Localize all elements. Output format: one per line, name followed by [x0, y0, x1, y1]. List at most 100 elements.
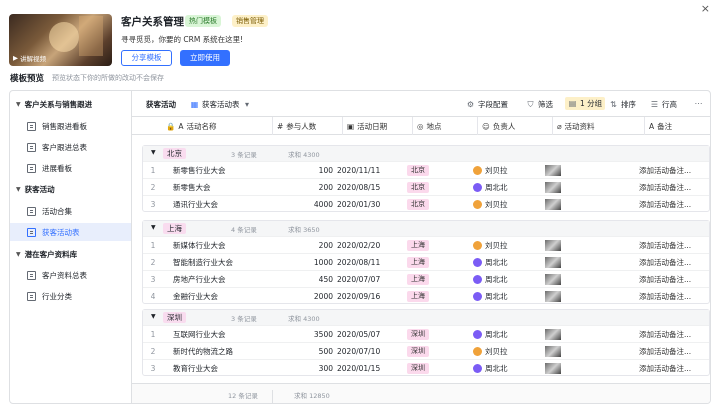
owner-cell[interactable]: 周北北 [473, 254, 508, 270]
location-cell[interactable]: 深圳 [407, 343, 429, 359]
attachment-thumbnail[interactable] [545, 328, 561, 340]
filter-button[interactable]: ⛉ 筛选 [526, 99, 554, 110]
group-button[interactable]: ▤ 1 分组 [565, 97, 606, 110]
attachment-cell[interactable] [545, 326, 561, 342]
attachment-cell[interactable] [545, 360, 561, 376]
table-row[interactable]: 2 新零售大会 200 2020/08/15 北京 周北北 添加活动备注... [143, 178, 709, 195]
attachment-cell[interactable] [545, 343, 561, 359]
note-cell[interactable]: 添加活动备注... [639, 271, 691, 287]
activity-date-cell[interactable]: 2020/01/30 [337, 196, 380, 212]
activity-date-cell[interactable]: 2020/07/07 [337, 271, 380, 287]
table-row[interactable]: 3 房地产行业大会 450 2020/07/07 上海 周北北 添加活动备注... [143, 270, 709, 287]
location-cell[interactable]: 上海 [407, 288, 429, 304]
col-owner[interactable]: ☺ 负责人 [477, 117, 515, 135]
sidebar-group-leads[interactable]: ▼ 潜在客户资料库 [10, 245, 131, 263]
participant-count-cell[interactable]: 2000 [263, 288, 333, 304]
participant-count-cell[interactable]: 100 [263, 162, 333, 178]
sidebar-item-customer-profile[interactable]: 客户资料总表 [10, 266, 131, 284]
attachment-thumbnail[interactable] [545, 198, 561, 210]
activity-date-cell[interactable]: 2020/08/15 [337, 179, 380, 195]
use-template-button[interactable]: 立即使用 [180, 50, 230, 66]
group-header[interactable]: ▼ 深圳 3 条记录 求和 4300 [143, 310, 709, 325]
attachment-cell[interactable] [545, 162, 561, 178]
note-cell[interactable]: 添加活动备注... [639, 254, 691, 270]
note-cell[interactable]: 添加活动备注... [639, 196, 691, 212]
participant-count-cell[interactable]: 200 [263, 179, 333, 195]
owner-cell[interactable]: 刘贝拉 [473, 196, 508, 212]
attachment-thumbnail[interactable] [545, 181, 561, 193]
activity-name-cell[interactable]: 新零售行业大会 [173, 162, 226, 178]
owner-cell[interactable]: 刘贝拉 [473, 237, 508, 253]
attachment-thumbnail[interactable] [545, 362, 561, 374]
attachment-thumbnail[interactable] [545, 273, 561, 285]
activity-date-cell[interactable]: 2020/11/11 [337, 162, 380, 178]
note-cell[interactable]: 添加活动备注... [639, 288, 691, 304]
attachment-thumbnail[interactable] [545, 164, 561, 176]
attachment-thumbnail[interactable] [545, 256, 561, 268]
sidebar-item-sales-board[interactable]: 销售跟进看板 [10, 117, 131, 135]
tab-acquisition[interactable]: 获客活动 [146, 99, 176, 110]
note-cell[interactable]: 添加活动备注... [639, 360, 691, 376]
owner-cell[interactable]: 周北北 [473, 271, 508, 287]
col-note[interactable]: A 备注 [644, 117, 672, 135]
col-attachment[interactable]: ⌀ 活动资料 [552, 117, 595, 135]
participant-count-cell[interactable]: 200 [263, 237, 333, 253]
attachment-cell[interactable] [545, 288, 561, 304]
note-cell[interactable]: 添加活动备注... [639, 237, 691, 253]
col-date[interactable]: ▣ 活动日期 [342, 117, 387, 135]
table-row[interactable]: 2 新时代的物流之路 500 2020/07/10 深圳 刘贝拉 添加活动备注... [143, 342, 709, 359]
activity-name-cell[interactable]: 新媒体行业大会 [173, 237, 226, 253]
activity-date-cell[interactable]: 2020/02/20 [337, 237, 380, 253]
location-cell[interactable]: 上海 [407, 271, 429, 287]
activity-name-cell[interactable]: 通讯行业大会 [173, 196, 218, 212]
location-cell[interactable]: 北京 [407, 196, 429, 212]
attachment-thumbnail[interactable] [545, 290, 561, 302]
table-row[interactable]: 1 新零售行业大会 100 2020/11/11 北京 刘贝拉 添加活动备注... [143, 161, 709, 178]
attachment-thumbnail[interactable] [545, 239, 561, 251]
participant-count-cell[interactable]: 450 [263, 271, 333, 287]
attachment-cell[interactable] [545, 196, 561, 212]
table-row[interactable]: 1 新媒体行业大会 200 2020/02/20 上海 刘贝拉 添加活动备注... [143, 236, 709, 253]
note-cell[interactable]: 添加活动备注... [639, 326, 691, 342]
col-count[interactable]: # 参与人数 [272, 117, 316, 135]
location-cell[interactable]: 深圳 [407, 360, 429, 376]
sidebar-group-acquisition[interactable]: ▼ 获客活动 [10, 180, 131, 198]
video-play-button[interactable]: ▶ 讲解视频 [13, 53, 46, 63]
sidebar-item-industry[interactable]: 行业分类 [10, 287, 131, 305]
table-row[interactable]: 4 金融行业大会 2000 2020/09/16 上海 周北北 添加活动备注... [143, 287, 709, 304]
participant-count-cell[interactable]: 4000 [263, 196, 333, 212]
activity-date-cell[interactable]: 2020/08/11 [337, 254, 380, 270]
note-cell[interactable]: 添加活动备注... [639, 343, 691, 359]
table-row[interactable]: 3 教育行业大会 300 2020/01/15 深圳 周北北 添加活动备注... [143, 359, 709, 376]
location-cell[interactable]: 深圳 [407, 326, 429, 342]
participant-count-cell[interactable]: 3500 [263, 326, 333, 342]
row-height-button[interactable]: ☰ 行高 [650, 99, 677, 110]
activity-date-cell[interactable]: 2020/09/16 [337, 288, 380, 304]
sidebar-item-acquisition-table[interactable]: 获客活动表 [10, 223, 131, 241]
attachment-cell[interactable] [545, 237, 561, 253]
col-name[interactable]: 🔒 A 活动名称 [162, 117, 216, 135]
table-switcher[interactable]: ▦ 获客活动表 ▾ [190, 99, 252, 110]
more-options-icon[interactable]: ⋯ [694, 99, 703, 108]
note-cell[interactable]: 添加活动备注... [639, 162, 691, 178]
owner-cell[interactable]: 周北北 [473, 360, 508, 376]
sidebar-item-activity-collection[interactable]: 活动合集 [10, 202, 131, 220]
activity-name-cell[interactable]: 新零售大会 [173, 179, 211, 195]
owner-cell[interactable]: 刘贝拉 [473, 343, 508, 359]
share-template-button[interactable]: 分享模板 [121, 50, 172, 66]
group-header[interactable]: ▼ 上海 4 条记录 求和 3650 [143, 221, 709, 236]
owner-cell[interactable]: 周北北 [473, 326, 508, 342]
template-thumbnail[interactable]: ▶ 讲解视频 [9, 14, 112, 66]
location-cell[interactable]: 上海 [407, 237, 429, 253]
activity-name-cell[interactable]: 新时代的物流之路 [173, 343, 233, 359]
activity-date-cell[interactable]: 2020/05/07 [337, 326, 380, 342]
participant-count-cell[interactable]: 1000 [263, 254, 333, 270]
activity-name-cell[interactable]: 金融行业大会 [173, 288, 218, 304]
note-cell[interactable]: 添加活动备注... [639, 179, 691, 195]
table-row[interactable]: 1 互联网行业大会 3500 2020/05/07 深圳 周北北 添加活动备注... [143, 325, 709, 342]
attachment-cell[interactable] [545, 271, 561, 287]
activity-name-cell[interactable]: 智能制造行业大会 [173, 254, 233, 270]
location-cell[interactable]: 北京 [407, 179, 429, 195]
owner-cell[interactable]: 周北北 [473, 179, 508, 195]
attachment-thumbnail[interactable] [545, 345, 561, 357]
